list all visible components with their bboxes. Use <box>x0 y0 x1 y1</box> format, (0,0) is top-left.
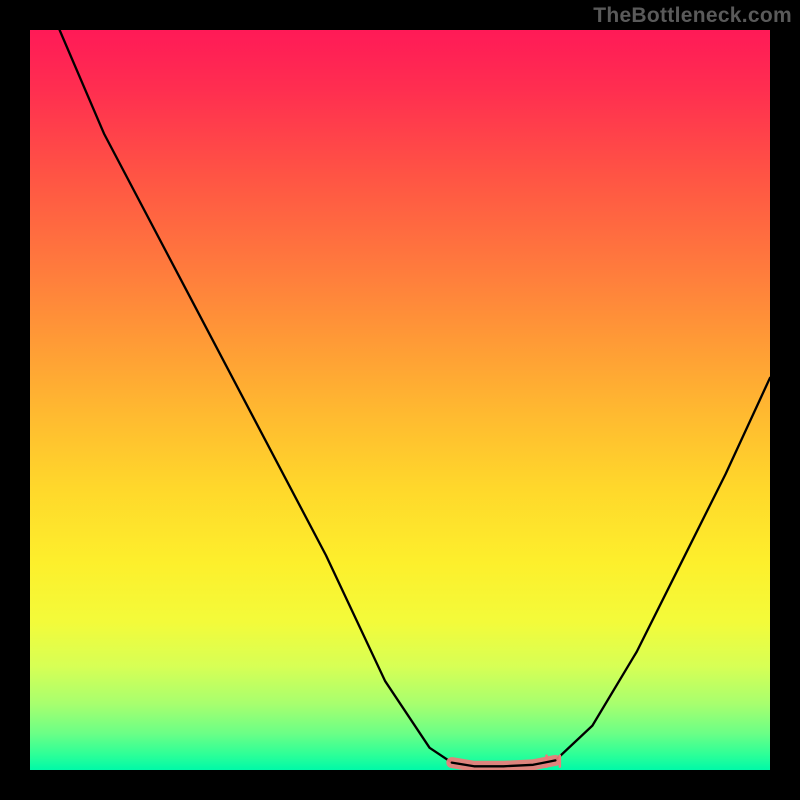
line-left-branch <box>60 30 452 763</box>
line-right-branch <box>555 378 770 761</box>
watermark-text: TheBottleneck.com <box>593 4 792 28</box>
curve-svg <box>30 30 770 770</box>
plot-area <box>30 30 770 770</box>
chart-frame: TheBottleneck.com <box>0 0 800 800</box>
